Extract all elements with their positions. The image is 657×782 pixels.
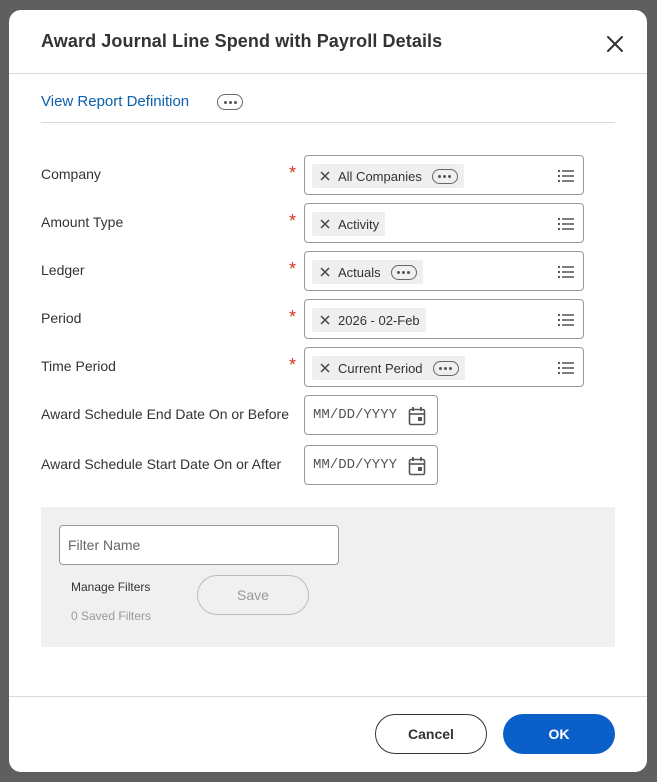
dialog-header: Award Journal Line Spend with Payroll De… xyxy=(9,10,647,74)
selected-value-label: Activity xyxy=(338,216,380,232)
field-row-start-date: Award Schedule Start Date On or After xyxy=(41,445,601,485)
remove-value-button[interactable] xyxy=(318,169,332,183)
report-prompt-dialog: Award Journal Line Spend with Payroll De… xyxy=(9,10,647,772)
value-related-actions-button[interactable] xyxy=(390,264,417,280)
field-label: Company xyxy=(41,166,101,182)
more-icon-dot xyxy=(228,100,232,104)
remove-icon xyxy=(320,363,330,373)
required-indicator: * xyxy=(289,163,297,183)
remove-icon xyxy=(320,267,330,277)
field-label: Ledger xyxy=(41,262,85,278)
prompt-list-icon[interactable] xyxy=(557,215,575,233)
remove-icon xyxy=(320,315,330,325)
end-date-field xyxy=(304,395,438,435)
more-icon-dot xyxy=(443,174,447,178)
more-icon-dot xyxy=(407,270,411,274)
prompt-list-icon[interactable] xyxy=(557,359,575,377)
selected-value-pill: Activity xyxy=(312,212,386,236)
field-row-time-period: Time Period * Current Period xyxy=(41,347,601,387)
remove-icon xyxy=(320,171,330,181)
required-indicator: * xyxy=(289,355,297,375)
report-definition-row: View Report Definition xyxy=(41,90,615,123)
field-row-company: Company * All Companies xyxy=(41,155,601,195)
more-icon xyxy=(439,366,443,370)
required-indicator: * xyxy=(289,307,297,327)
selected-value-pill: 2026 - 02-Feb xyxy=(312,308,426,332)
ok-button[interactable]: OK xyxy=(503,714,615,754)
selected-value-label: 2026 - 02-Feb xyxy=(338,312,420,328)
more-icon xyxy=(438,174,442,178)
filter-name-input[interactable] xyxy=(59,525,339,565)
remove-value-button[interactable] xyxy=(318,313,332,327)
remove-icon xyxy=(320,219,330,229)
save-filter-button[interactable]: Save xyxy=(197,575,309,615)
more-icon xyxy=(223,100,227,104)
more-icon-dot xyxy=(448,174,452,178)
filter-panel: Manage Filters 0 Saved Filters Save xyxy=(41,507,615,647)
period-prompt[interactable]: 2026 - 02-Feb xyxy=(304,299,584,339)
modal-backdrop-left xyxy=(0,0,9,782)
more-icon-dot xyxy=(444,366,448,370)
modal-backdrop-right xyxy=(646,0,657,782)
value-related-actions-button[interactable] xyxy=(432,360,459,376)
more-icon-dot xyxy=(233,100,237,104)
prompt-list-icon[interactable] xyxy=(557,311,575,329)
dialog-footer: Cancel OK xyxy=(9,696,647,772)
field-row-end-date: Award Schedule End Date On or Before xyxy=(41,395,601,435)
value-related-actions-button[interactable] xyxy=(431,168,458,184)
selected-value-pill: Current Period xyxy=(312,356,465,380)
field-label: Amount Type xyxy=(41,214,124,230)
prompt-list-icon[interactable] xyxy=(557,263,575,281)
end-date-input[interactable] xyxy=(313,407,408,423)
cancel-button[interactable]: Cancel xyxy=(375,714,487,754)
dialog-title: Award Journal Line Spend with Payroll De… xyxy=(41,31,443,51)
start-date-field xyxy=(304,445,438,485)
field-label: Period xyxy=(41,310,82,326)
required-indicator: * xyxy=(289,259,297,279)
more-icon-dot xyxy=(402,270,406,274)
field-label: Award Schedule End Date On or Before xyxy=(41,406,290,422)
calendar-icon[interactable] xyxy=(408,456,426,476)
manage-filters-link[interactable]: Manage Filters xyxy=(71,580,150,594)
prompt-list-icon[interactable] xyxy=(557,167,575,185)
field-label: Time Period xyxy=(41,358,116,374)
time-period-prompt[interactable]: Current Period xyxy=(304,347,584,387)
selected-value-pill: Actuals xyxy=(312,260,423,284)
more-icon-dot xyxy=(449,366,453,370)
required-indicator: * xyxy=(289,211,297,231)
field-row-ledger: Ledger * Actuals xyxy=(41,251,601,291)
selected-value-pill: All Companies xyxy=(312,164,464,188)
related-actions-button[interactable] xyxy=(217,94,243,110)
close-button[interactable] xyxy=(601,30,629,58)
calendar-icon[interactable] xyxy=(408,406,426,426)
start-date-input[interactable] xyxy=(313,457,408,473)
field-label: Award Schedule Start Date On or After xyxy=(41,456,282,472)
saved-filters-count: 0 Saved Filters xyxy=(71,609,152,623)
remove-value-button[interactable] xyxy=(318,217,332,231)
field-row-amount-type: Amount Type * Activity xyxy=(41,203,601,243)
selected-value-label: Current Period xyxy=(338,360,423,376)
amount-type-prompt[interactable]: Activity xyxy=(304,203,584,243)
selected-value-label: All Companies xyxy=(338,168,422,184)
more-icon xyxy=(397,270,401,274)
ledger-prompt[interactable]: Actuals xyxy=(304,251,584,291)
company-prompt[interactable]: All Companies xyxy=(304,155,584,195)
remove-value-button[interactable] xyxy=(318,265,332,279)
field-row-period: Period * 2026 - 02-Feb xyxy=(41,299,601,339)
close-icon xyxy=(607,36,623,52)
view-report-definition-link[interactable]: View Report Definition xyxy=(41,93,189,110)
remove-value-button[interactable] xyxy=(318,361,332,375)
selected-value-label: Actuals xyxy=(338,264,381,280)
